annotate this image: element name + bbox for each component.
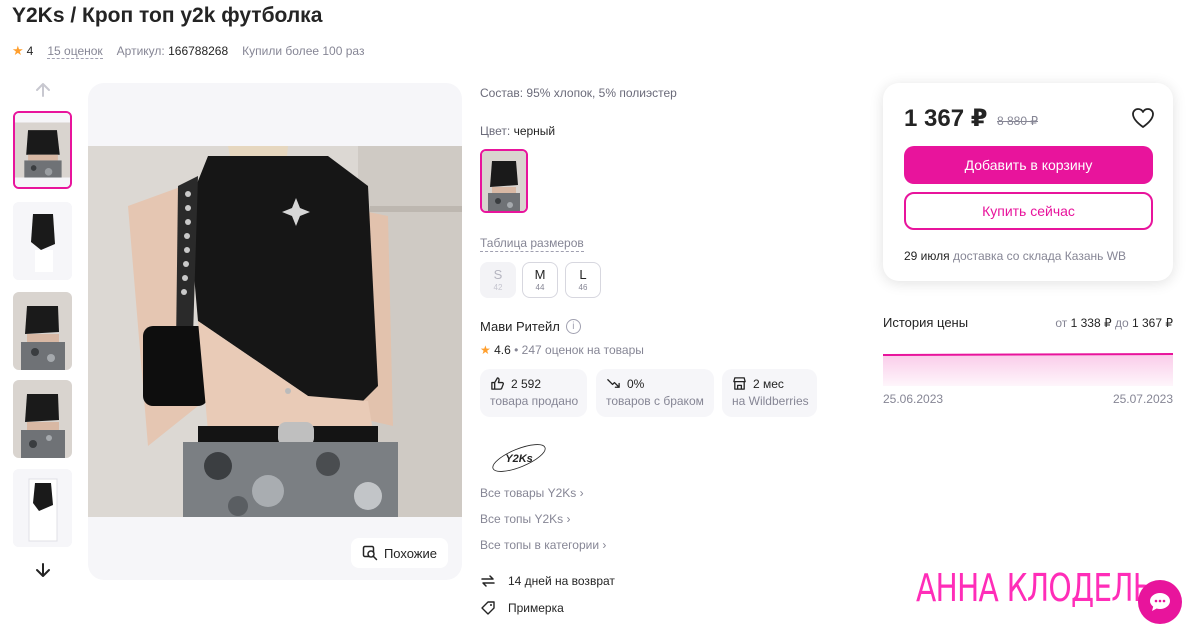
article: Артикул: 166788268 (117, 44, 229, 58)
size-l[interactable]: L 46 (565, 262, 601, 298)
seller-name[interactable]: Мави Ритейл (480, 319, 560, 334)
price: 1 367 ₽ (904, 105, 988, 132)
size-s-label: S (493, 267, 503, 282)
star-icon: ★ (12, 43, 24, 58)
composition: Состав: 95% хлопок, 5% полиэстер (480, 86, 677, 100)
size-m[interactable]: M 44 (522, 262, 558, 298)
return-text: 14 дней на возврат (508, 574, 615, 588)
seller-rating-value: 4.6 (494, 343, 511, 357)
old-price: 8 880 ₽ (997, 114, 1038, 128)
size-table-link[interactable]: Таблица размеров (480, 236, 584, 252)
return-arrows-icon (481, 575, 495, 587)
price-history-line (883, 353, 1173, 356)
delivery-text: доставка со склада Казань WB (952, 249, 1127, 263)
stat-defects-label: товаров с браком (606, 394, 704, 408)
delivery-info: 29 июля доставка со склада Казань WB (904, 249, 1126, 263)
similar-search-icon (362, 545, 378, 561)
product-title: Y2Ks / Кроп топ y2k футболка (12, 4, 323, 27)
link-all-category-tops-label: Все топы в категории (480, 538, 600, 552)
size-m-number: 44 (535, 283, 545, 292)
delivery-date: 29 июля (904, 249, 950, 263)
product-photo (88, 146, 462, 517)
price-history-area (883, 354, 1173, 386)
thumbnail-3[interactable] (13, 292, 72, 370)
size-s[interactable]: S 42 (480, 262, 516, 298)
arrow-down-icon[interactable] (33, 560, 53, 580)
stat-defects-value: 0% (627, 376, 645, 391)
stat-tenure-value: 2 мес (753, 376, 784, 391)
trend-down-icon (607, 379, 620, 388)
buy-now-button[interactable]: Купить сейчас (904, 192, 1153, 230)
brand-logo[interactable]: Y2Ks (488, 440, 550, 476)
thumbnail-4[interactable] (13, 380, 72, 458)
product-meta: ★ 4 15 оценок Артикул: 166788268 Купили … (12, 43, 364, 59)
price-history-chart[interactable] (883, 350, 1173, 386)
article-label: Артикул: (116, 44, 165, 58)
thumbnail-1[interactable] (13, 111, 72, 189)
stat-sold-value: 2 592 (511, 376, 542, 391)
stat-sold: 2 592 товара продано (480, 369, 587, 417)
price-history-title: История цены (883, 315, 969, 330)
link-all-brand-tops[interactable]: Все топы Y2Ks › (480, 512, 571, 526)
size-m-label: M (534, 267, 546, 282)
link-all-brand-items[interactable]: Все товары Y2Ks › (480, 486, 584, 500)
price-history-end-date: 25.07.2023 (1112, 392, 1173, 406)
star-icon: ★ (480, 343, 491, 357)
reviews-link[interactable]: 15 оценок (47, 44, 103, 59)
fitting-text: Примерка (508, 601, 564, 615)
article-value: 166788268 (168, 44, 229, 58)
store-icon (733, 377, 746, 390)
watermark-text: АННА КЛОДЕЛЬ (916, 566, 1153, 610)
product-rating: 4 (26, 44, 34, 58)
seller-ratings-count: • 247 оценок на товары (514, 343, 644, 357)
heart-icon[interactable] (1131, 107, 1155, 129)
link-all-category-tops[interactable]: Все топы в категории › (480, 538, 606, 552)
thumbs-up-icon (491, 377, 504, 390)
similar-button[interactable]: Похожие (350, 538, 448, 568)
fitting-info: Примерка (480, 600, 564, 616)
chat-icon (1150, 593, 1170, 611)
seller[interactable]: Мави Ритейл i (480, 319, 581, 334)
link-all-brand-tops-label: Все топы Y2Ks (480, 512, 564, 526)
price-range-to-label: до (1114, 316, 1129, 330)
stat-tenure: 2 мес на Wildberries (722, 369, 817, 417)
color-value: черный (513, 124, 556, 138)
color-label-text: Цвет: (480, 124, 511, 138)
price-range-from: 1 338 ₽ (1070, 316, 1112, 330)
price-card: 1 367 ₽ 8 880 ₽ Добавить в корзину Купит… (883, 83, 1173, 281)
thumbnail-5[interactable] (13, 469, 72, 547)
price-history-range: от 1 338 ₽ до 1 367 ₽ (1055, 316, 1173, 330)
arrow-up-icon[interactable] (33, 80, 53, 100)
similar-label: Похожие (383, 545, 437, 561)
tag-icon (481, 601, 495, 615)
seller-rating: ★ 4.6 • 247 оценок на товары (480, 343, 644, 357)
size-l-number: 46 (578, 283, 588, 292)
stat-sold-label: товара продано (490, 394, 579, 408)
color-label: Цвет: черный (480, 124, 555, 138)
add-to-cart-button[interactable]: Добавить в корзину (904, 146, 1153, 184)
main-photo-container[interactable]: Похожие (88, 83, 462, 580)
color-swatch-black[interactable] (480, 149, 528, 213)
thumbnail-2[interactable] (13, 202, 72, 280)
brand-logo-text: Y2Ks (505, 453, 533, 465)
size-s-number: 42 (493, 283, 503, 292)
link-all-brand-items-label: Все товары Y2Ks (480, 486, 577, 500)
return-info: 14 дней на возврат (480, 573, 615, 589)
price-history-start-date: 25.06.2023 (883, 392, 944, 406)
stat-defects: 0% товаров с браком (596, 369, 714, 417)
size-l-label: L (579, 267, 587, 282)
price-range-to: 1 367 ₽ (1132, 316, 1173, 330)
price-range-from-label: от (1055, 316, 1068, 330)
bought-count: Купили более 100 раз (242, 44, 365, 58)
stat-tenure-label: на Wildberries (732, 394, 809, 408)
info-icon[interactable]: i (565, 319, 581, 334)
chat-button[interactable] (1138, 580, 1182, 624)
